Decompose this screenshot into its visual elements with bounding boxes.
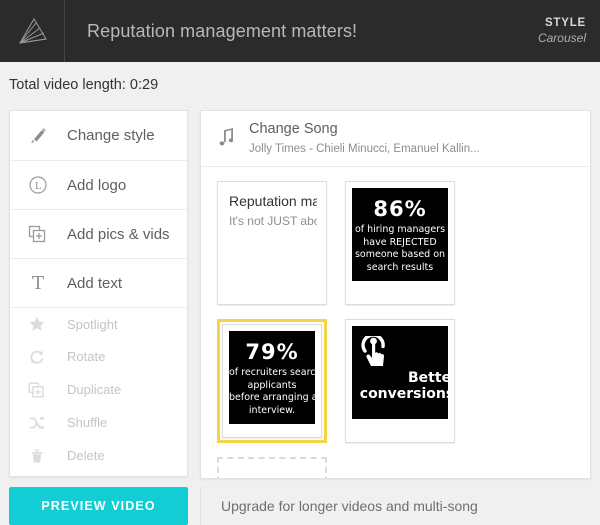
conversion-text: Better conversions [352, 370, 448, 402]
stat-line: applicants [247, 379, 297, 391]
scene-image: Better conversions [352, 326, 448, 419]
scene-image: 79% of recruiters search applicants befo… [229, 331, 315, 424]
change-song-label: Change Song [249, 121, 338, 137]
text-t-icon: T [28, 273, 56, 293]
stat-line: of recruiters search [229, 367, 315, 378]
add-scene-placeholder[interactable]: + [217, 457, 327, 478]
add-media-icon [28, 224, 56, 244]
scene-tile-content: 79% of recruiters search applicants befo… [222, 324, 322, 438]
trash-icon [28, 447, 56, 465]
sidebar-item-duplicate[interactable]: Duplicate [10, 373, 187, 406]
sidebar-item-spotlight[interactable]: Spotlight [10, 307, 187, 340]
sidebar-item-add-pics-vids[interactable]: Add pics & vids [10, 209, 187, 258]
current-song-name: Jolly Times - Chieli Minucci, Emanuel Ka… [249, 143, 480, 155]
sidebar-item-label: Change style [67, 127, 155, 144]
stat-line: someone based on [354, 249, 446, 261]
scene-image: 86% of hiring managers have REJECTED som… [352, 188, 448, 281]
sidebar-secondary-group: Spotlight Rotate Duplicate Shuffle Delet… [10, 307, 187, 472]
duplicate-icon [28, 381, 56, 399]
stat-line: interview. [248, 404, 296, 416]
upgrade-bar[interactable]: Upgrade for longer videos and multi-song [200, 487, 600, 525]
stat-line: have REJECTED [363, 236, 437, 248]
sidebar-item-label: Add pics & vids [67, 225, 170, 243]
stat-body: of recruiters search applicants before a… [229, 363, 315, 417]
storyboard-panel: Change Song Jolly Times - Chieli Minucci… [200, 110, 591, 479]
style-indicator[interactable]: STYLE Carousel [538, 16, 600, 45]
sidebar-item-shuffle[interactable]: Shuffle [10, 406, 187, 439]
sidebar-item-add-logo[interactable]: L Add logo [10, 160, 187, 209]
stat-body: of hiring managers have REJECTED someone… [352, 220, 448, 274]
shuffle-icon [28, 414, 56, 432]
style-label: STYLE [544, 17, 586, 30]
scene-tile-1[interactable]: Reputation management goals It's not JUS… [217, 181, 327, 305]
preview-video-button[interactable]: PREVIEW VIDEO [9, 487, 188, 525]
stat-number: 79% [245, 340, 299, 364]
sidebar-item-change-style[interactable]: Change style [10, 111, 187, 160]
conversion-graphic: Better conversions [352, 326, 448, 419]
stat-line: of hiring managers [354, 224, 446, 235]
scene-subtext: It's not JUST about [229, 213, 317, 228]
scene-tile-content: Reputation management goals It's not JUS… [217, 181, 327, 305]
stat-line: search results [366, 261, 434, 273]
scene-tile-2[interactable]: 86% of hiring managers have REJECTED som… [345, 181, 455, 305]
scene-tile-add[interactable]: + [217, 457, 327, 478]
sidebar-item-label: Add logo [67, 176, 127, 194]
sidebar-item-label: Shuffle [67, 415, 108, 430]
scene-tile-3[interactable]: 79% of recruiters search applicants befo… [217, 319, 327, 443]
song-text-group: Change Song Jolly Times - Chieli Minucci… [245, 120, 480, 155]
scene-tile-content: 86% of hiring managers have REJECTED som… [345, 181, 455, 305]
fan-logo-icon [14, 13, 50, 49]
sidebar-item-label: Delete [67, 448, 105, 463]
logo-circle-icon: L [28, 175, 56, 195]
svg-text:T: T [32, 273, 44, 293]
conversion-line-2: conversions [359, 386, 448, 403]
stat-number: 86% [373, 197, 427, 221]
video-length-text: Total video length: 0:29 [9, 77, 159, 93]
page-title: Reputation management matters! [87, 20, 358, 41]
rotate-icon [28, 348, 56, 366]
app-logo[interactable] [0, 0, 65, 62]
scene-headline: Reputation management goals [229, 193, 317, 209]
app-header: Reputation management matters! STYLE Car… [0, 0, 600, 62]
style-value: Carousel [537, 30, 586, 45]
sidebar-item-label: Rotate [67, 349, 106, 364]
scene-tile-content: Better conversions [345, 319, 455, 443]
sidebar-item-label: Duplicate [67, 382, 122, 397]
scene-tiles: Reputation management goals It's not JUS… [201, 167, 590, 478]
paintbrush-icon [28, 126, 56, 146]
sidebar-item-label: Add text [67, 274, 123, 292]
tools-sidebar: Change style L Add logo Add pics & vids [9, 110, 188, 477]
music-note-icon [213, 120, 245, 152]
change-song-row[interactable]: Change Song Jolly Times - Chieli Minucci… [201, 111, 590, 167]
video-length-bar: Total video length: 0:29 [0, 62, 600, 108]
scene-tile-4[interactable]: Better conversions [345, 319, 455, 443]
star-icon [28, 315, 56, 333]
conversion-line-1: Better [408, 370, 448, 386]
app-root: Reputation management matters! STYLE Car… [0, 0, 600, 525]
sidebar-item-add-text[interactable]: T Add text [10, 258, 187, 307]
upgrade-text: Upgrade for longer videos and multi-song [221, 498, 478, 514]
svg-text:L: L [35, 182, 41, 192]
sidebar-item-label: Spotlight [67, 316, 118, 332]
sidebar-item-rotate[interactable]: Rotate [10, 340, 187, 373]
sidebar-item-delete[interactable]: Delete [10, 439, 187, 472]
stat-line: before arranging a job [229, 392, 315, 404]
